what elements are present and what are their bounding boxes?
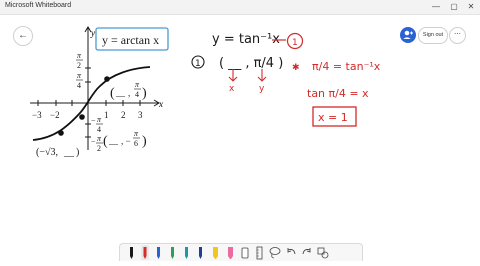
point-lower-right	[79, 114, 85, 120]
note-arrow-label-y: y	[259, 84, 265, 94]
minimize-button[interactable]: —	[428, 0, 444, 14]
lower-right-point-open-paren: (	[103, 134, 108, 149]
y-tick-neg-pi-over-2-minus: −	[91, 137, 96, 146]
blue-pen-icon[interactable]	[157, 247, 160, 259]
lower-right-point-comma: , −	[121, 136, 131, 146]
lower-left-point-blank: __	[63, 147, 75, 158]
y-tick-pi-over-2-num: π	[77, 51, 82, 60]
note-equation: y = tan⁻¹x	[212, 32, 280, 47]
y-axis-label: y	[90, 28, 95, 38]
upper-point-num: π	[135, 80, 140, 89]
pink-highlighter-icon[interactable]	[228, 247, 233, 259]
title-bar: Microsoft Whiteboard — ▢ ✕	[0, 0, 480, 15]
note-circle-label: 1	[292, 38, 298, 48]
ink-toolbar-icons	[130, 245, 329, 260]
step-number: 1	[195, 59, 201, 69]
upper-point-den: 4	[135, 90, 139, 99]
shapes-icon[interactable]	[317, 247, 329, 259]
note-arrow-label-x: x	[229, 84, 235, 94]
lower-left-point-x: (−√3,	[36, 147, 58, 158]
eraser-icon[interactable]	[241, 247, 249, 259]
y-tick-neg-pi-over-2-den: 2	[97, 144, 101, 153]
y-tick-neg-pi-over-2-num: π	[97, 134, 102, 143]
black-pen-icon[interactable]	[130, 247, 133, 259]
y-tick-pi-over-2-den: 2	[77, 61, 81, 70]
point-neg-sqrt3	[58, 130, 64, 136]
y-tick-pi-over-4-num: π	[77, 71, 82, 80]
upper-point-open-paren: (	[110, 86, 115, 101]
redo-icon[interactable]	[302, 248, 311, 255]
note-work-line-2: tan π/4 = x	[307, 87, 369, 100]
x-tick-label-2: 2	[121, 110, 126, 120]
point-upper	[104, 76, 110, 82]
teal-pen-icon[interactable]	[185, 247, 188, 259]
y-tick-pi-over-4-den: 4	[77, 81, 81, 90]
whiteboard-canvas[interactable]: x y −3 −2 1 2 3 π 2 π 4 − π 4 − π 2 y = …	[0, 14, 480, 243]
darkblue-pen-icon[interactable]	[199, 247, 202, 259]
note-pair: ( __ , π/4 )	[219, 56, 283, 71]
app-title: Microsoft Whiteboard	[5, 2, 72, 9]
lower-left-point-close: )	[76, 147, 79, 158]
lower-right-point-den: 6	[134, 139, 138, 148]
note-answer: x = 1	[318, 111, 348, 124]
red-pen-icon[interactable]	[141, 245, 149, 260]
note-work-line-1: π/4 = tan⁻¹x	[312, 60, 381, 73]
lower-right-point-num: π	[134, 129, 139, 138]
lower-right-point-close-paren: )	[142, 134, 147, 149]
y-tick-neg-pi-over-4-num: π	[97, 115, 102, 124]
graph-label-text: y = arctan x	[102, 33, 159, 47]
y-tick-neg-pi-over-4-den: 4	[97, 125, 101, 134]
yellow-highlighter-icon[interactable]	[213, 247, 218, 259]
ruler-icon[interactable]	[256, 246, 263, 260]
upper-point-comma: ,	[128, 88, 130, 98]
close-button[interactable]: ✕	[463, 0, 479, 14]
upper-point-blank: __	[115, 88, 126, 98]
x-tick-label-1: 1	[104, 110, 109, 120]
x-tick-label-neg2: −2	[50, 110, 60, 120]
x-axis-label: x	[158, 99, 163, 109]
note-red-star: ✱	[292, 63, 300, 73]
maximize-button[interactable]: ▢	[446, 0, 462, 14]
upper-point-close-paren: )	[142, 86, 147, 101]
x-tick-label-neg3: −3	[32, 110, 42, 120]
x-tick-label-3: 3	[138, 110, 143, 120]
undo-icon[interactable]	[287, 248, 296, 255]
ink-toolbar	[119, 243, 363, 261]
lower-right-point-blank: __	[108, 136, 119, 146]
green-pen-icon[interactable]	[171, 247, 174, 259]
lasso-icon[interactable]	[269, 247, 281, 259]
y-tick-neg-pi-over-4-minus: −	[91, 116, 96, 125]
